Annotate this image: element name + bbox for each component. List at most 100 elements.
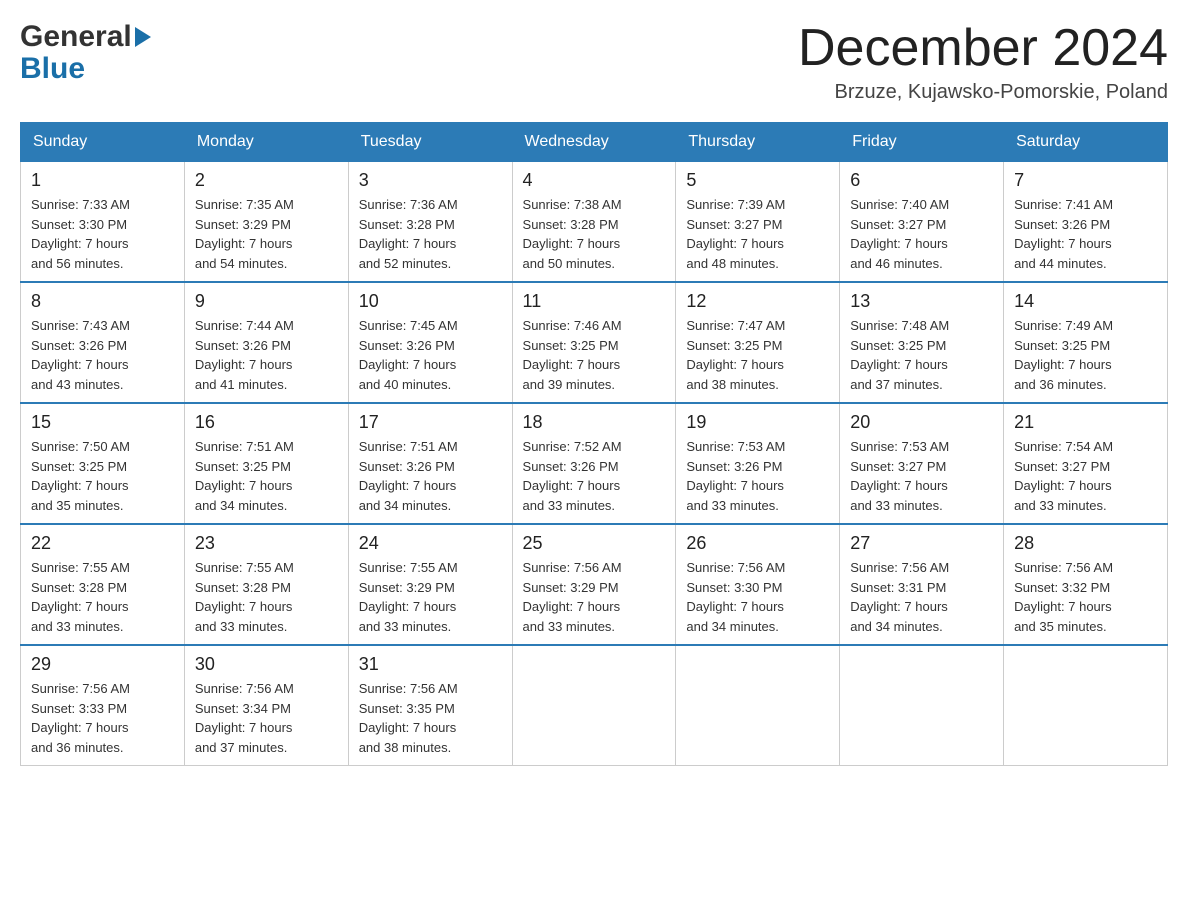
calendar-day-cell: 29 Sunrise: 7:56 AMSunset: 3:33 PMDayligh…: [21, 645, 185, 766]
day-number: 8: [31, 291, 174, 312]
day-info: Sunrise: 7:56 AMSunset: 3:30 PMDaylight:…: [686, 558, 829, 636]
calendar-day-cell: 9 Sunrise: 7:44 AMSunset: 3:26 PMDaylight…: [184, 282, 348, 403]
day-number: 2: [195, 170, 338, 191]
weekday-header-sunday: Sunday: [21, 123, 185, 162]
day-info: Sunrise: 7:51 AMSunset: 3:26 PMDaylight:…: [359, 437, 502, 515]
day-info: Sunrise: 7:56 AMSunset: 3:35 PMDaylight:…: [359, 679, 502, 757]
day-number: 1: [31, 170, 174, 191]
day-number: 26: [686, 533, 829, 554]
title-area: December 2024 Brzuze, Kujawsko-Pomorskie…: [798, 20, 1168, 104]
day-info: Sunrise: 7:51 AMSunset: 3:25 PMDaylight:…: [195, 437, 338, 515]
calendar-day-cell: 6 Sunrise: 7:40 AMSunset: 3:27 PMDaylight…: [840, 162, 1004, 283]
day-info: Sunrise: 7:41 AMSunset: 3:26 PMDaylight:…: [1014, 195, 1157, 273]
day-number: 13: [850, 291, 993, 312]
calendar-day-cell: 25 Sunrise: 7:56 AMSunset: 3:29 PMDayligh…: [512, 524, 676, 645]
calendar-day-cell: [676, 645, 840, 766]
weekday-header-saturday: Saturday: [1004, 123, 1168, 162]
calendar-day-cell: 8 Sunrise: 7:43 AMSunset: 3:26 PMDaylight…: [21, 282, 185, 403]
day-number: 7: [1014, 170, 1157, 191]
calendar-week-row: 22 Sunrise: 7:55 AMSunset: 3:28 PMDayligh…: [21, 524, 1168, 645]
day-number: 29: [31, 654, 174, 675]
day-info: Sunrise: 7:56 AMSunset: 3:29 PMDaylight:…: [523, 558, 666, 636]
calendar-day-cell: 1 Sunrise: 7:33 AMSunset: 3:30 PMDaylight…: [21, 162, 185, 283]
weekday-header-wednesday: Wednesday: [512, 123, 676, 162]
logo-line1: General: [20, 20, 151, 54]
calendar-day-cell: 27Sunrise: 7:56 AMSunset: 3:31 PMDayligh…: [840, 524, 1004, 645]
calendar-day-cell: 14 Sunrise: 7:49 AMSunset: 3:25 PMDayligh…: [1004, 282, 1168, 403]
weekday-header-thursday: Thursday: [676, 123, 840, 162]
day-info: Sunrise: 7:38 AMSunset: 3:28 PMDaylight:…: [523, 195, 666, 273]
calendar-day-cell: 11 Sunrise: 7:46 AMSunset: 3:25 PMDayligh…: [512, 282, 676, 403]
calendar-day-cell: 12 Sunrise: 7:47 AMSunset: 3:25 PMDayligh…: [676, 282, 840, 403]
day-info: Sunrise: 7:36 AMSunset: 3:28 PMDaylight:…: [359, 195, 502, 273]
day-info: Sunrise: 7:46 AMSunset: 3:25 PMDaylight:…: [523, 316, 666, 394]
calendar-week-row: 29 Sunrise: 7:56 AMSunset: 3:33 PMDayligh…: [21, 645, 1168, 766]
calendar-table: SundayMondayTuesdayWednesdayThursdayFrid…: [20, 122, 1168, 766]
day-number: 27: [850, 533, 993, 554]
day-info: Sunrise: 7:33 AMSunset: 3:30 PMDaylight:…: [31, 195, 174, 273]
calendar-day-cell: 26 Sunrise: 7:56 AMSunset: 3:30 PMDayligh…: [676, 524, 840, 645]
day-info: Sunrise: 7:48 AMSunset: 3:25 PMDaylight:…: [850, 316, 993, 394]
month-title: December 2024: [798, 20, 1168, 77]
day-info: Sunrise: 7:40 AMSunset: 3:27 PMDaylight:…: [850, 195, 993, 273]
calendar-day-cell: 3Sunrise: 7:36 AMSunset: 3:28 PMDaylight…: [348, 162, 512, 283]
calendar-day-cell: 7 Sunrise: 7:41 AMSunset: 3:26 PMDaylight…: [1004, 162, 1168, 283]
day-number: 15: [31, 412, 174, 433]
day-number: 22: [31, 533, 174, 554]
day-number: 9: [195, 291, 338, 312]
day-info: Sunrise: 7:53 AMSunset: 3:27 PMDaylight:…: [850, 437, 993, 515]
day-number: 25: [523, 533, 666, 554]
logo-blue-text: Blue: [20, 52, 85, 86]
calendar-day-cell: 23Sunrise: 7:55 AMSunset: 3:28 PMDayligh…: [184, 524, 348, 645]
page-header: General Blue December 2024 Brzuze, Kujaw…: [20, 20, 1168, 104]
day-number: 21: [1014, 412, 1157, 433]
calendar-day-cell: [840, 645, 1004, 766]
day-number: 11: [523, 291, 666, 312]
day-info: Sunrise: 7:39 AMSunset: 3:27 PMDaylight:…: [686, 195, 829, 273]
calendar-day-cell: [512, 645, 676, 766]
calendar-day-cell: 24Sunrise: 7:55 AMSunset: 3:29 PMDayligh…: [348, 524, 512, 645]
day-number: 14: [1014, 291, 1157, 312]
day-info: Sunrise: 7:56 AMSunset: 3:33 PMDaylight:…: [31, 679, 174, 757]
day-info: Sunrise: 7:55 AMSunset: 3:29 PMDaylight:…: [359, 558, 502, 636]
day-number: 5: [686, 170, 829, 191]
calendar-day-cell: 5 Sunrise: 7:39 AMSunset: 3:27 PMDaylight…: [676, 162, 840, 283]
day-number: 19: [686, 412, 829, 433]
day-number: 17: [359, 412, 502, 433]
day-info: Sunrise: 7:45 AMSunset: 3:26 PMDaylight:…: [359, 316, 502, 394]
day-info: Sunrise: 7:56 AMSunset: 3:34 PMDaylight:…: [195, 679, 338, 757]
calendar-day-cell: 18Sunrise: 7:52 AMSunset: 3:26 PMDayligh…: [512, 403, 676, 524]
day-info: Sunrise: 7:54 AMSunset: 3:27 PMDaylight:…: [1014, 437, 1157, 515]
calendar-day-cell: 2 Sunrise: 7:35 AMSunset: 3:29 PMDaylight…: [184, 162, 348, 283]
logo-general-text: General: [20, 20, 132, 54]
calendar-day-cell: 4 Sunrise: 7:38 AMSunset: 3:28 PMDaylight…: [512, 162, 676, 283]
weekday-header-row: SundayMondayTuesdayWednesdayThursdayFrid…: [21, 123, 1168, 162]
day-info: Sunrise: 7:56 AMSunset: 3:32 PMDaylight:…: [1014, 558, 1157, 636]
calendar-day-cell: [1004, 645, 1168, 766]
day-number: 12: [686, 291, 829, 312]
day-number: 4: [523, 170, 666, 191]
day-info: Sunrise: 7:43 AMSunset: 3:26 PMDaylight:…: [31, 316, 174, 394]
calendar-day-cell: 28Sunrise: 7:56 AMSunset: 3:32 PMDayligh…: [1004, 524, 1168, 645]
location: Brzuze, Kujawsko-Pomorskie, Poland: [798, 81, 1168, 104]
day-info: Sunrise: 7:55 AMSunset: 3:28 PMDaylight:…: [31, 558, 174, 636]
day-info: Sunrise: 7:50 AMSunset: 3:25 PMDaylight:…: [31, 437, 174, 515]
calendar-week-row: 15 Sunrise: 7:50 AMSunset: 3:25 PMDayligh…: [21, 403, 1168, 524]
calendar-day-cell: 31Sunrise: 7:56 AMSunset: 3:35 PMDayligh…: [348, 645, 512, 766]
day-info: Sunrise: 7:44 AMSunset: 3:26 PMDaylight:…: [195, 316, 338, 394]
calendar-day-cell: 20 Sunrise: 7:53 AMSunset: 3:27 PMDayligh…: [840, 403, 1004, 524]
logo: General Blue: [20, 20, 151, 86]
day-number: 10: [359, 291, 502, 312]
day-number: 18: [523, 412, 666, 433]
day-info: Sunrise: 7:55 AMSunset: 3:28 PMDaylight:…: [195, 558, 338, 636]
day-number: 30: [195, 654, 338, 675]
day-info: Sunrise: 7:47 AMSunset: 3:25 PMDaylight:…: [686, 316, 829, 394]
day-info: Sunrise: 7:49 AMSunset: 3:25 PMDaylight:…: [1014, 316, 1157, 394]
day-number: 6: [850, 170, 993, 191]
calendar-day-cell: 15 Sunrise: 7:50 AMSunset: 3:25 PMDayligh…: [21, 403, 185, 524]
weekday-header-tuesday: Tuesday: [348, 123, 512, 162]
calendar-day-cell: 13 Sunrise: 7:48 AMSunset: 3:25 PMDayligh…: [840, 282, 1004, 403]
calendar-day-cell: 21 Sunrise: 7:54 AMSunset: 3:27 PMDayligh…: [1004, 403, 1168, 524]
day-number: 20: [850, 412, 993, 433]
day-info: Sunrise: 7:35 AMSunset: 3:29 PMDaylight:…: [195, 195, 338, 273]
